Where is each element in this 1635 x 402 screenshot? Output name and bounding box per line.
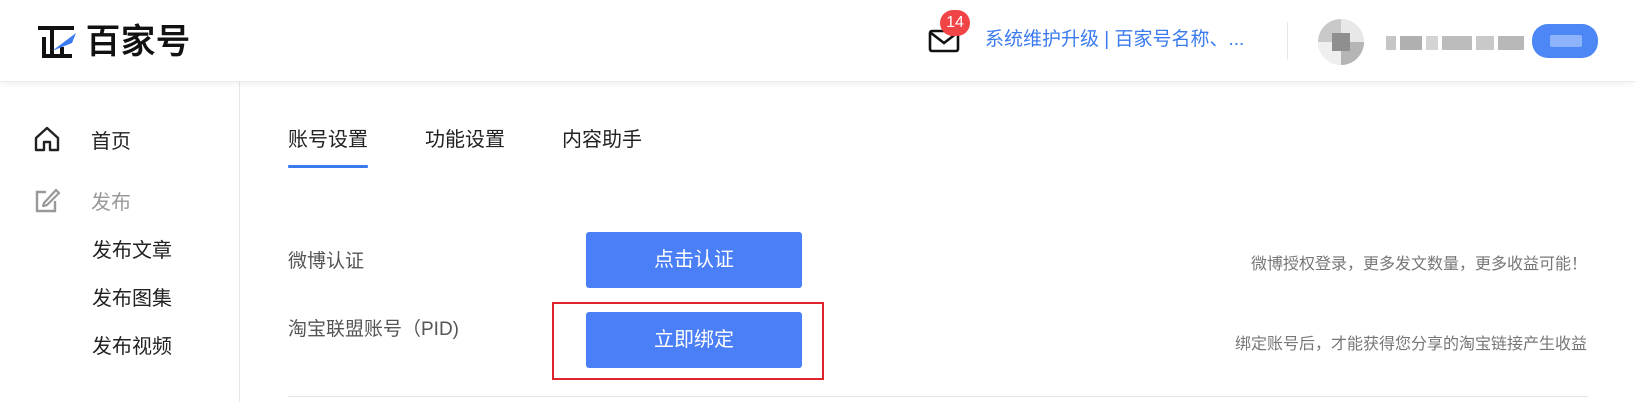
settings-tabs: 账号设置 功能设置 内容助手 [288, 127, 699, 168]
sidebar-item-publish-video[interactable]: 发布视频 [92, 330, 172, 359]
sidebar-item-publish[interactable]: 发布 [32, 185, 131, 215]
avatar[interactable] [1318, 19, 1364, 65]
tab-feature-settings[interactable]: 功能设置 [425, 127, 505, 167]
sidebar-item-label: 首页 [91, 130, 131, 153]
tab-account-settings[interactable]: 账号设置 [288, 127, 368, 168]
section-divider [288, 396, 1588, 397]
username-blurred[interactable] [1386, 36, 1524, 50]
header-divider [1287, 22, 1288, 60]
taobao-pid-label: 淘宝联盟账号（PID) [288, 319, 460, 340]
weibo-auth-hint: 微博授权登录，更多发文数量，更多收益可能！ [1250, 256, 1587, 273]
account-level-badge[interactable] [1532, 24, 1598, 58]
logo-text: 百家号 [86, 23, 191, 61]
logo[interactable]: 百家号 [36, 22, 191, 62]
sidebar-item-publish-article[interactable]: 发布文章 [92, 234, 172, 263]
mail-count-badge: 14 [940, 10, 970, 36]
edit-icon [32, 185, 62, 215]
weibo-auth-button[interactable]: 点击认证 [586, 232, 802, 288]
logo-icon [38, 26, 76, 58]
sidebar: 首页 发布 发布文章 发布图集 发布视频 [0, 82, 240, 402]
highlight-annotation-box [552, 302, 824, 380]
weibo-auth-label: 微博认证 [288, 251, 365, 272]
top-header: 百家号 14 系统维护升级 | 百家号名称、... [0, 0, 1635, 82]
sidebar-item-label: 发布 [91, 191, 131, 214]
sidebar-item-home[interactable]: 首页 [32, 124, 131, 154]
system-notice-link[interactable]: 系统维护升级 | 百家号名称、... [985, 26, 1244, 54]
taobao-pid-hint: 绑定账号后，才能获得您分享的淘宝链接产生收益 [1234, 336, 1587, 353]
sidebar-item-publish-gallery[interactable]: 发布图集 [92, 282, 172, 311]
tab-content-assistant[interactable]: 内容助手 [562, 127, 642, 167]
home-icon [32, 124, 62, 154]
